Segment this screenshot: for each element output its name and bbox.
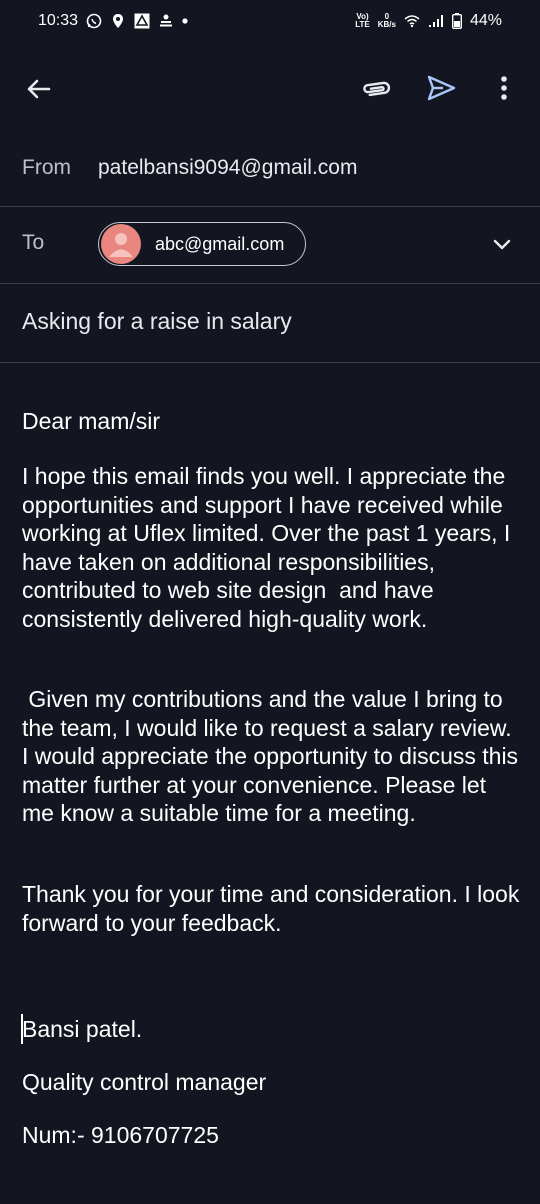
signal-icon (428, 15, 443, 27)
drive-icon (134, 13, 150, 29)
recipient-chip[interactable]: abc@gmail.com (98, 222, 306, 266)
more-vertical-icon[interactable] (492, 72, 516, 104)
from-label: From (22, 156, 71, 179)
status-right: Vo) LTE 0 KB/s 44% (355, 12, 502, 30)
compose-toolbar (0, 60, 540, 116)
body-paragraph-1: I hope this email finds you well. I appr… (22, 463, 517, 632)
subject-field[interactable]: Asking for a raise in salary (22, 308, 292, 335)
signature-number: Num:- 9106707725 (22, 1122, 219, 1148)
paperclip-icon[interactable] (360, 74, 392, 104)
location-icon (113, 14, 124, 28)
chevron-down-icon[interactable] (490, 233, 514, 257)
greeting: Dear mam/sir (22, 408, 161, 434)
status-time: 10:33 (38, 12, 79, 29)
app-notification-icon (160, 14, 173, 27)
send-icon[interactable] (425, 72, 457, 104)
battery-level: 44% (469, 12, 502, 29)
network-type-bottom: LTE (355, 20, 370, 29)
subject-row[interactable]: Asking for a raise in salary (0, 284, 540, 363)
to-row[interactable]: To abc@gmail.com (0, 207, 540, 284)
from-row[interactable]: From patelbansi9094@gmail.com (0, 130, 540, 207)
status-bar: 10:33 Vo) LTE 0 KB/s 44% (0, 0, 540, 44)
whatsapp-icon (86, 13, 102, 29)
back-arrow-icon[interactable] (24, 74, 54, 104)
recipient-email: abc@gmail.com (155, 233, 285, 254)
avatar (101, 224, 141, 264)
signature-title: Quality control manager (22, 1069, 267, 1095)
signature-name: Bansi patel. (22, 1016, 143, 1042)
person-icon (109, 233, 133, 257)
notification-dot-icon (182, 18, 188, 24)
battery-icon (451, 13, 462, 29)
from-address[interactable]: patelbansi9094@gmail.com (98, 156, 357, 180)
body-paragraph-3: Thank you for your time and consideratio… (22, 881, 526, 936)
network-type: Vo) LTE (355, 13, 370, 29)
data-speed: 0 KB/s (378, 13, 396, 29)
email-compose-screen: 10:33 Vo) LTE 0 KB/s 44% From patelbansi… (0, 0, 540, 1204)
wifi-icon (404, 15, 420, 28)
to-label: To (22, 231, 45, 254)
body-paragraph-2: Given my contributions and the value I b… (22, 686, 525, 827)
status-left: 10:33 (38, 12, 188, 30)
data-speed-unit: KB/s (377, 20, 396, 29)
